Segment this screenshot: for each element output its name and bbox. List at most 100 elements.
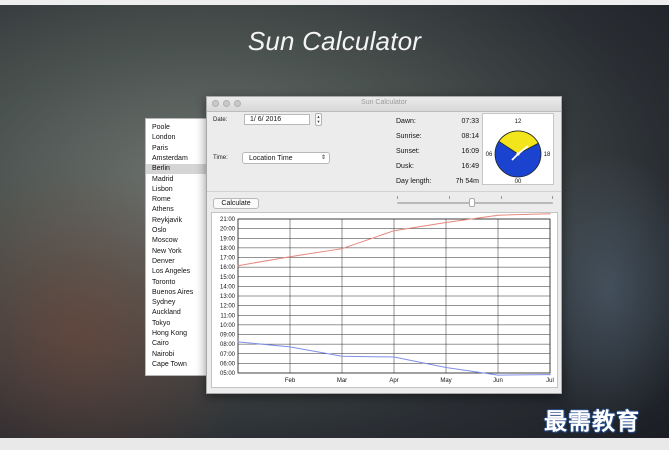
series-point-1: [289, 346, 291, 348]
series-point-1: [497, 374, 499, 376]
y-tick-label: 19:00: [220, 236, 236, 242]
city-list-item[interactable]: Oslo: [146, 226, 208, 236]
calculate-button[interactable]: Calculate: [213, 198, 259, 209]
city-list-item[interactable]: Rome: [146, 195, 208, 205]
y-tick-label: 10:00: [220, 323, 236, 329]
city-list-item[interactable]: Hong Kong: [146, 329, 208, 339]
sun-time-label: Sunset:: [396, 148, 420, 155]
y-tick-label: 17:00: [220, 256, 236, 262]
city-list-item[interactable]: Reykjavik: [146, 216, 208, 226]
city-list-item[interactable]: Cape Town: [146, 360, 208, 370]
main-window: Sun Calculator Date: 1/ 6/ 2016 ▲ ▼ Time:…: [206, 96, 562, 394]
sun-time-value: 08:14: [461, 133, 479, 140]
city-list-item[interactable]: London: [146, 133, 208, 143]
x-tick-label: May: [440, 378, 451, 384]
series-point-1: [237, 341, 239, 343]
clock-center: [516, 152, 520, 156]
slider-tick: [449, 196, 450, 199]
city-list-item[interactable]: Buenos Aires: [146, 288, 208, 298]
time-select[interactable]: Location Time ⇕: [242, 152, 330, 164]
y-tick-label: 13:00: [220, 294, 236, 300]
chart-panel: 21:00 20:00 19:00 18:00 17:00 16:00 15:00 14:00…: [211, 212, 558, 388]
y-tick-label: 05:00: [220, 371, 236, 377]
y-tick-label: 16:00: [220, 265, 236, 271]
x-tick-label: Apr: [389, 378, 398, 384]
city-list-item[interactable]: Madrid: [146, 175, 208, 185]
city-list[interactable]: Poole London Paris Amsterdam Berlin Madrid Lis…: [145, 118, 209, 376]
window-title: Sun Calculator: [361, 99, 407, 106]
city-list-item[interactable]: Moscow: [146, 236, 208, 246]
city-list-item[interactable]: Athens: [146, 205, 208, 215]
app-title: Sun Calculator: [247, 26, 422, 56]
city-list-item[interactable]: Poole: [146, 123, 208, 133]
x-tick-label: Jul: [546, 378, 554, 384]
city-list-item[interactable]: New York: [146, 247, 208, 257]
y-tick-label: 07:00: [220, 352, 236, 358]
y-tick-label: 06:00: [220, 361, 236, 367]
city-list-item[interactable]: Los Angeles: [146, 267, 208, 277]
x-tick-label: Jun: [493, 378, 503, 384]
city-list-item[interactable]: Amsterdam: [146, 154, 208, 164]
series-point-1: [445, 366, 447, 369]
y-tick-label: 14:00: [220, 284, 236, 290]
series-point-0: [393, 230, 395, 232]
watermark-logo: 最需教育: [544, 409, 640, 435]
sun-time-label: Dusk:: [396, 163, 414, 170]
clock-panel: 12 06 18 00: [482, 113, 554, 185]
date-label: Date:: [213, 117, 228, 123]
city-list-item[interactable]: Toronto: [146, 278, 208, 288]
series-point-0: [237, 265, 239, 267]
date-field[interactable]: 1/ 6/ 2016: [244, 114, 310, 125]
y-tick-label: 20:00: [220, 227, 236, 233]
date-stepper[interactable]: ▲ ▼: [315, 113, 322, 126]
slider-tick: [501, 196, 502, 199]
clock-label-12: 12: [515, 119, 522, 125]
clock-label-18: 18: [544, 152, 551, 158]
city-list-item[interactable]: Berlin: [146, 164, 208, 175]
sun-time-value: 07:33: [461, 118, 479, 125]
date-slider-knob[interactable]: [468, 198, 475, 207]
city-list-item[interactable]: Lisbon: [146, 185, 208, 195]
y-tick-label: 11:00: [220, 313, 235, 319]
sun-times-chart: 21:00 20:00 19:00 18:00 17:00 16:00 15:00 14:00…: [220, 213, 554, 384]
sun-time-label: Dawn:: [396, 118, 416, 125]
city-list-item[interactable]: Nairobi: [146, 350, 208, 360]
sun-time-label: Sunrise:: [396, 133, 422, 140]
city-list-item[interactable]: Sydney: [146, 298, 208, 308]
city-list-item[interactable]: Tokyo: [146, 319, 208, 329]
day-night-clock-icon: 12 06 18 00: [486, 119, 551, 185]
series-point-0: [445, 221, 447, 224]
series-point-0: [497, 214, 499, 216]
slider-tick: [397, 196, 398, 199]
date-slider-track[interactable]: [397, 202, 553, 204]
series-point-1: [549, 374, 551, 376]
city-list-item[interactable]: Cairo: [146, 339, 208, 349]
window-titlebar[interactable]: Sun Calculator: [207, 97, 561, 112]
city-list-item[interactable]: Denver: [146, 257, 208, 267]
series-point-0: [341, 248, 343, 250]
series-point-1: [393, 356, 395, 358]
y-tick-label: 18:00: [220, 246, 236, 252]
top-strip: [0, 0, 669, 5]
sun-time-value: 7h 54m: [455, 178, 479, 185]
clock-label-00: 00: [515, 179, 522, 184]
y-tick-label: 21:00: [220, 217, 236, 223]
y-tick-label: 12:00: [220, 304, 236, 310]
x-tick-label: Mar: [337, 378, 347, 384]
x-tick-label: Feb: [285, 378, 296, 384]
chevron-updown-icon: ⇕: [320, 155, 326, 161]
time-label: Time:: [213, 155, 228, 161]
city-list-item[interactable]: Paris: [146, 144, 208, 154]
y-tick-label: 08:00: [220, 342, 236, 348]
city-list-item[interactable]: Auckland: [146, 308, 208, 318]
slider-tick: [552, 196, 553, 199]
sun-time-value: 16:09: [461, 148, 479, 155]
clock-label-06: 06: [486, 152, 493, 158]
series-point-0: [549, 213, 551, 215]
series-point-0: [289, 256, 291, 258]
time-select-value: Location Time: [249, 155, 293, 162]
bottom-strip: [0, 438, 669, 450]
sun-time-label: Day length:: [396, 178, 432, 185]
stepper-down-icon[interactable]: ▼: [317, 119, 321, 124]
y-tick-label: 15:00: [220, 275, 236, 281]
